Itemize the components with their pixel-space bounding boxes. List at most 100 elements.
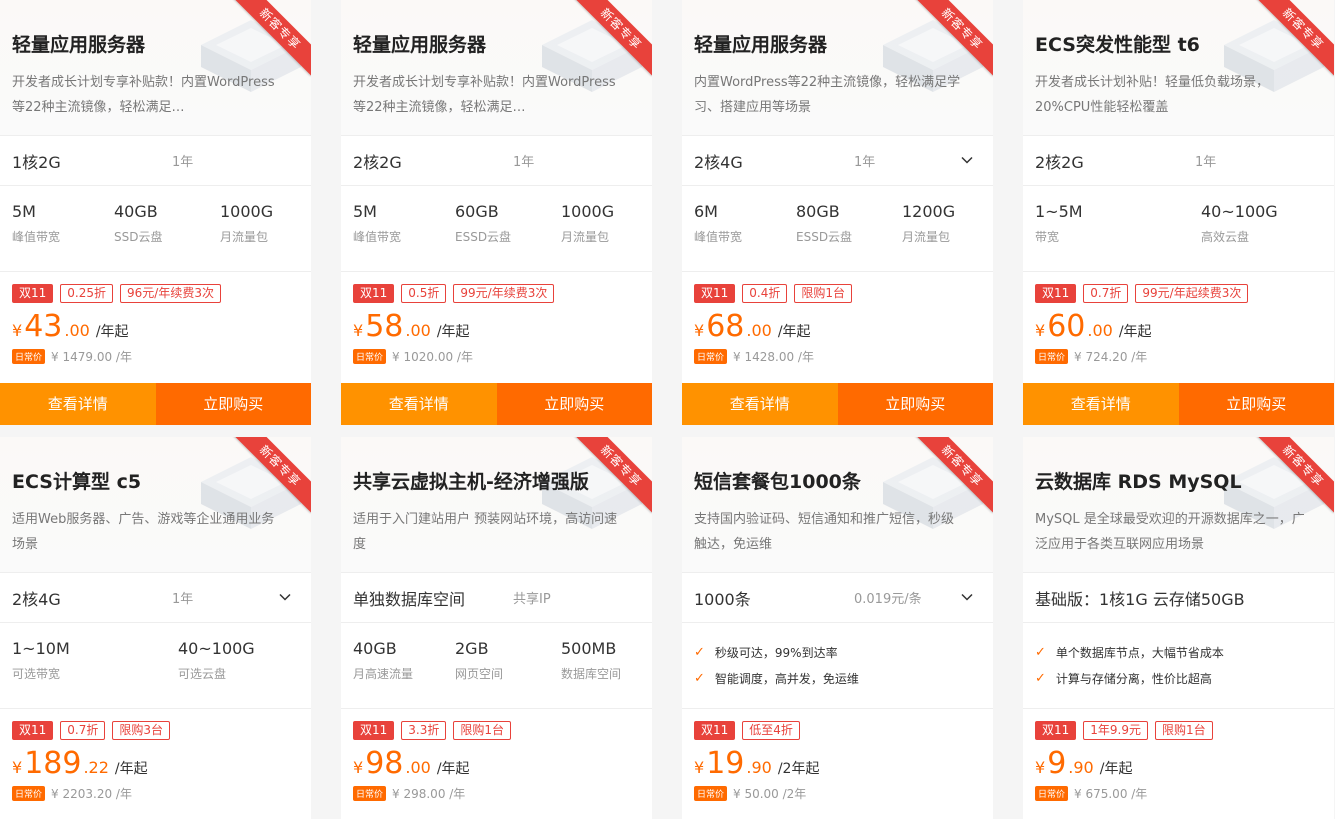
- product-title: 短信套餐包1000条: [694, 471, 861, 493]
- spec-value: 单独数据库空间: [353, 589, 466, 609]
- product-title: ECS突发性能型 t6: [1035, 34, 1200, 56]
- param-value: 1~5M: [1035, 202, 1083, 221]
- price-area: 双11 1年9.9元 限购1台 ¥9.90/年起 日常价 ¥ 675.00 /年: [1023, 709, 1334, 819]
- product-card[interactable]: 新客专享 共享云虚拟主机-经济增强版 适用于入门建站用户 预装网站环境，高访问速度单…: [341, 437, 652, 819]
- param-item: 500MB 数据库空间: [561, 639, 621, 682]
- buy-now-button[interactable]: 立即购买: [837, 383, 993, 425]
- product-card[interactable]: 新客专享 轻量应用服务器 开发者成长计划专享补贴款！内置WordPress等22种主…: [341, 0, 652, 425]
- price: ¥189.22/年起: [12, 746, 299, 781]
- feature-item: ✓ 单个数据库节点，大幅节省成本: [1035, 639, 1322, 665]
- param-label: 月高速流量: [353, 667, 414, 681]
- param-label: 月流量包: [561, 230, 610, 244]
- param-value: 1200G: [902, 202, 956, 221]
- card-actions: 查看详情 立即购买: [1023, 383, 1334, 425]
- buy-now-button[interactable]: 立即购买: [155, 383, 311, 425]
- original-price-value: ¥ 298.00 /年: [392, 787, 466, 801]
- price-area: 双11 0.25折 96元/年续费3次 ¥43.00/年起 日常价 ¥ 1479.00 /…: [0, 272, 311, 383]
- spec-selector: 2核2G 1年: [341, 135, 652, 186]
- param-item: 1000G 月流量包: [561, 202, 614, 245]
- view-details-button[interactable]: 查看详情: [341, 383, 497, 425]
- buy-now-button[interactable]: 立即购买: [1178, 383, 1334, 425]
- param-item: 40GB 月高速流量: [353, 639, 413, 682]
- original-price: 日常价 ¥ 675.00 /年: [1035, 785, 1322, 802]
- check-icon: ✓: [694, 670, 705, 686]
- feature-item: ✓ 智能调度，高并发，免运维: [694, 665, 981, 691]
- promo-tag: 双11: [353, 284, 395, 303]
- spec-selector[interactable]: 1000条 0.019元/条: [682, 572, 993, 623]
- param-item: 1200G 月流量包: [902, 202, 955, 245]
- param-value: 1000G: [220, 202, 274, 221]
- original-price: 日常价 ¥ 298.00 /年: [353, 785, 640, 802]
- original-price-value: ¥ 1020.00 /年: [392, 350, 473, 364]
- view-details-button[interactable]: 查看详情: [682, 383, 838, 425]
- params-area: 1~10M 可选带宽 40~100G 可选云盘: [0, 623, 311, 709]
- price-integer: 19: [706, 746, 745, 781]
- currency-symbol: ¥: [1035, 321, 1046, 340]
- spec-value: 2核2G: [1035, 152, 1084, 172]
- currency-symbol: ¥: [694, 321, 705, 340]
- chevron-down-icon[interactable]: [961, 154, 973, 166]
- regular-price-badge: 日常价: [694, 349, 728, 364]
- promo-tag: 双11: [694, 721, 736, 740]
- param-item: 1000G 月流量包: [220, 202, 273, 245]
- currency-symbol: ¥: [353, 758, 364, 777]
- price-decimal: .00: [746, 321, 772, 340]
- param-value: 40GB: [353, 639, 397, 658]
- spec-value: 1000条: [694, 589, 751, 609]
- feature-text: 单个数据库节点，大幅节省成本: [1055, 645, 1224, 660]
- product-card[interactable]: 新客专享 轻量应用服务器 开发者成长计划专享补贴款！内置WordPress等22种主…: [0, 0, 311, 425]
- product-card[interactable]: 新客专享 云数据库 RDS MySQL MySQL 是全球最受欢迎的开源数据库之一，…: [1023, 437, 1334, 819]
- spec-selector[interactable]: 2核4G 1年: [0, 572, 311, 623]
- spec-value: 1核2G: [12, 152, 61, 172]
- promo-tags: 双11 0.4折 限购1台: [694, 284, 981, 303]
- chevron-down-icon[interactable]: [961, 591, 973, 603]
- card-actions: 查看详情 立即购买: [0, 383, 311, 425]
- price-integer: 58: [365, 309, 404, 344]
- original-price-value: ¥ 2203.20 /年: [51, 787, 132, 801]
- regular-price-badge: 日常价: [353, 786, 387, 801]
- card-header: 新客专享 轻量应用服务器 开发者成长计划专享补贴款！内置WordPress等22种主…: [0, 0, 311, 135]
- price-decimal: .00: [64, 321, 90, 340]
- chevron-down-icon[interactable]: [279, 591, 291, 603]
- params-area: 5M 峰值带宽 40GB SSD云盘 1000G 月流量包: [0, 186, 311, 272]
- spec-selector: 单独数据库空间 共享IP: [341, 572, 652, 623]
- promo-tag: 0.7折: [1083, 284, 1129, 303]
- param-value: 40GB: [114, 202, 158, 221]
- param-value: 5M: [353, 202, 377, 221]
- price-unit: /年起: [777, 324, 811, 340]
- promo-tag: 双11: [12, 284, 54, 303]
- buy-now-button[interactable]: 立即购买: [496, 383, 652, 425]
- param-value: 80GB: [796, 202, 840, 221]
- promo-tags: 双11 0.7折 限购3台: [12, 721, 299, 740]
- product-card[interactable]: 新客专享 ECS突发性能型 t6 开发者成长计划补贴！轻量低负载场景，20%CPU性…: [1023, 0, 1334, 425]
- promo-tags: 双11 0.7折 99元/年起续费3次: [1035, 284, 1322, 303]
- currency-symbol: ¥: [353, 321, 364, 340]
- promo-tag: 双11: [1035, 284, 1077, 303]
- price-unit: /年起: [436, 324, 470, 340]
- view-details-button[interactable]: 查看详情: [1023, 383, 1179, 425]
- regular-price-badge: 日常价: [12, 349, 46, 364]
- promo-tag: 0.25折: [60, 284, 114, 303]
- params-area: 40GB 月高速流量 2GB 网页空间 500MB 数据库空间: [341, 623, 652, 709]
- product-card[interactable]: 新客专享 轻量应用服务器 内置WordPress等22种主流镜像，轻松满足学习、搭建…: [682, 0, 993, 425]
- price-area: 双11 0.7折 99元/年起续费3次 ¥60.00/年起 日常价 ¥ 724.20 /年: [1023, 272, 1334, 383]
- regular-price-badge: 日常价: [694, 786, 728, 801]
- product-card[interactable]: 新客专享 ECS计算型 c5 适用Web服务器、广告、游戏等企业通用业务场景 2核4G…: [0, 437, 311, 819]
- regular-price-badge: 日常价: [12, 786, 46, 801]
- product-description: 开发者成长计划补贴！轻量低负载场景，20%CPU性能轻松覆盖: [1035, 75, 1270, 115]
- original-price: 日常价 ¥ 1428.00 /年: [694, 348, 981, 365]
- param-label: 可选云盘: [178, 667, 227, 681]
- product-card[interactable]: 新客专享 短信套餐包1000条 支持国内验证码、短信通知和推广短信，秒级触达，免运维…: [682, 437, 993, 819]
- card-header: 新客专享 短信套餐包1000条 支持国内验证码、短信通知和推广短信，秒级触达，免运维: [682, 437, 993, 572]
- spec-selector[interactable]: 2核4G 1年: [682, 135, 993, 186]
- promo-tags: 双11 0.5折 99元/年续费3次: [353, 284, 640, 303]
- price-decimal: .00: [405, 758, 431, 777]
- spec-term: 1年: [1195, 155, 1217, 170]
- price-unit: /年起: [1118, 324, 1152, 340]
- param-label: 高效云盘: [1201, 230, 1250, 244]
- param-label: 峰值带宽: [353, 230, 402, 244]
- view-details-button[interactable]: 查看详情: [0, 383, 156, 425]
- price-area: 双11 3.3折 限购1台 ¥98.00/年起 日常价 ¥ 298.00 /年: [341, 709, 652, 819]
- spec-value: 2核2G: [353, 152, 402, 172]
- spec-term: 1年: [513, 155, 535, 170]
